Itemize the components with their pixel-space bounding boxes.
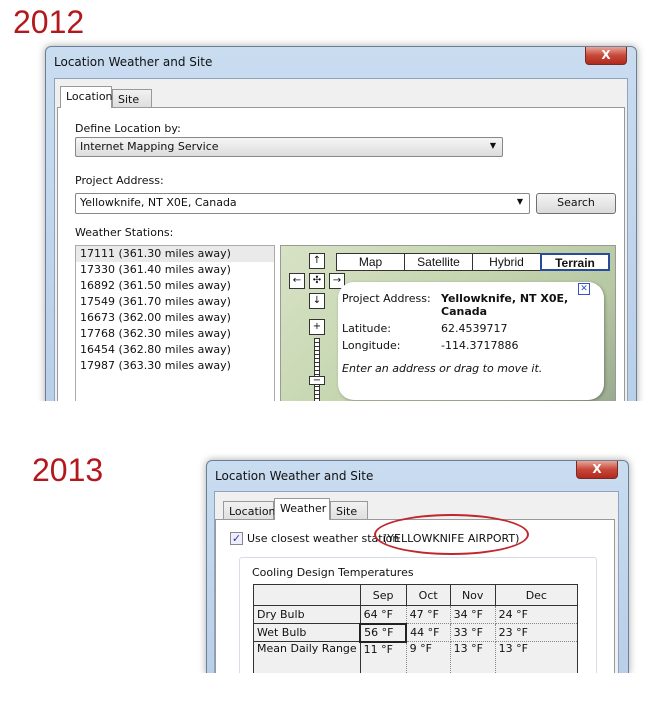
map-type-terrain[interactable]: Terrain <box>540 253 610 271</box>
dialog-body: Location Site Define Location by: Intern… <box>54 78 628 405</box>
map-type-map[interactable]: Map <box>336 253 405 271</box>
crop-mask <box>0 673 668 701</box>
tab-site[interactable]: Site <box>112 89 152 107</box>
pan-center-icon[interactable]: ✣ <box>309 273 325 289</box>
tab-weather[interactable]: Weather <box>274 498 330 520</box>
table-cell[interactable]: 64 °F <box>359 605 407 624</box>
row-label: Mean Daily Range <box>253 641 361 674</box>
highlight-ellipse <box>374 514 529 555</box>
popup-hint: Enter an address or drag to move it. <box>342 362 543 375</box>
row-label: Wet Bulb <box>253 623 361 642</box>
table-cell[interactable]: 11 °F <box>359 641 407 674</box>
location-popup: ✕ Project Address: Yellowknife, NT X0E, … <box>338 282 604 400</box>
column-header: Dec <box>494 584 579 606</box>
weather-panel: ✓ Use closest weather station (YELLOWKNI… <box>215 514 615 674</box>
zoom-slider[interactable] <box>314 338 320 405</box>
weather-stations-label: Weather Stations: <box>75 226 174 239</box>
column-header <box>253 584 361 606</box>
pan-down-icon[interactable]: ↓ <box>309 293 325 309</box>
crop-mask <box>0 401 668 441</box>
close-x-icon: X <box>601 48 611 62</box>
popup-close-icon[interactable]: ✕ <box>578 283 590 295</box>
group-title: Cooling Design Temperatures <box>252 566 414 579</box>
list-item[interactable]: 17549 (361.70 miles away) <box>76 294 274 310</box>
chevron-down-icon: ▼ <box>516 197 523 206</box>
list-item[interactable]: 17987 (363.30 miles away) <box>76 358 274 374</box>
list-item[interactable]: 17768 (362.30 miles away) <box>76 326 274 342</box>
list-item[interactable]: 16673 (362.00 miles away) <box>76 310 274 326</box>
row-label: Dry Bulb <box>253 605 361 624</box>
define-location-value: Internet Mapping Service <box>80 140 219 153</box>
map-type-hybrid[interactable]: Hybrid <box>472 253 541 271</box>
table-cell[interactable]: 13 °F <box>449 641 496 674</box>
close-x-icon: X <box>592 462 602 476</box>
close-button[interactable]: X <box>576 461 618 479</box>
search-button[interactable]: Search <box>536 193 616 214</box>
column-header: Oct <box>405 584 451 606</box>
list-item[interactable]: 16892 (361.50 miles away) <box>76 278 274 294</box>
list-item[interactable]: 17330 (361.40 miles away) <box>76 262 274 278</box>
table-cell[interactable]: 34 °F <box>449 605 496 624</box>
popup-longitude-label: Longitude: <box>342 339 401 352</box>
tab-location[interactable]: Location <box>60 86 113 108</box>
map-type-satellite[interactable]: Satellite <box>404 253 473 271</box>
column-header: Sep <box>359 584 407 606</box>
define-location-label: Define Location by: <box>75 122 181 135</box>
pan-left-icon[interactable]: ← <box>289 273 305 289</box>
tab-location[interactable]: Location <box>223 501 276 520</box>
location-panel: Define Location by: Internet Mapping Ser… <box>57 107 625 405</box>
weather-stations-list[interactable]: 17111 (361.30 miles away) 17330 (361.40 … <box>75 245 275 405</box>
tab-site[interactable]: Site <box>330 501 368 520</box>
table-cell[interactable]: 47 °F <box>405 605 451 624</box>
table-cell[interactable]: 13 °F <box>494 641 579 674</box>
dialog-2013: Location Weather and Site X Location Wea… <box>206 460 629 675</box>
popup-longitude-value: -114.3717886 <box>441 339 519 352</box>
dialog-body: Location Weather Site ✓ Use closest weat… <box>214 491 619 674</box>
zoom-slider-handle[interactable]: − <box>309 376 325 386</box>
dialog-2012: Location Weather and Site X Location Sit… <box>45 46 637 406</box>
table-cell[interactable]: 24 °F <box>494 605 579 624</box>
dialog-title: Location Weather and Site <box>54 55 213 69</box>
list-item[interactable]: 17111 (361.30 miles away) <box>76 246 274 262</box>
table-row: Wet Bulb 56 °F 44 °F 33 °F 23 °F <box>253 622 579 643</box>
project-address-label: Project Address: <box>75 174 164 187</box>
year-heading-2012: 2012 <box>13 4 85 40</box>
close-button[interactable]: X <box>585 47 627 65</box>
table-cell[interactable]: 33 °F <box>449 623 496 642</box>
table-row: Mean Daily Range 11 °F 9 °F 13 °F 13 °F <box>253 641 579 674</box>
popup-address-line2: Canada <box>441 305 488 318</box>
table-cell-selected[interactable]: 56 °F <box>359 622 408 643</box>
zoom-in-icon[interactable]: + <box>309 319 325 335</box>
popup-latitude-value: 62.4539717 <box>441 322 508 335</box>
popup-address-line1: Yellowknife, NT X0E, <box>441 292 569 305</box>
cooling-group: Cooling Design Temperatures Sep Oct Nov … <box>239 557 597 674</box>
project-address-value: Yellowknife, NT X0E, Canada <box>80 196 237 209</box>
table-cell[interactable]: 44 °F <box>405 623 451 642</box>
project-address-input[interactable]: Yellowknife, NT X0E, Canada ▼ <box>75 193 530 214</box>
pan-up-icon[interactable]: ↑ <box>309 253 325 269</box>
map-view[interactable]: Map Satellite Hybrid Terrain ↑ ← ✣ → ↓ +… <box>280 245 616 405</box>
cooling-table: Sep Oct Nov Dec Dry Bulb 64 °F 47 °F 34 … <box>253 584 579 674</box>
year-heading-2013: 2013 <box>32 452 104 488</box>
use-closest-checkbox[interactable]: ✓ <box>230 532 243 545</box>
table-cell[interactable]: 9 °F <box>405 641 451 674</box>
list-item[interactable]: 16454 (362.80 miles away) <box>76 342 274 358</box>
column-header: Nov <box>449 584 496 606</box>
dialog-title: Location Weather and Site <box>215 469 374 483</box>
chevron-down-icon: ▼ <box>489 141 496 150</box>
define-location-dropdown[interactable]: Internet Mapping Service ▼ <box>75 137 503 157</box>
table-cell[interactable]: 23 °F <box>494 623 579 642</box>
popup-address-label: Project Address: <box>342 292 431 305</box>
table-row: Dry Bulb 64 °F 47 °F 34 °F 24 °F <box>253 605 579 624</box>
popup-latitude-label: Latitude: <box>342 322 391 335</box>
